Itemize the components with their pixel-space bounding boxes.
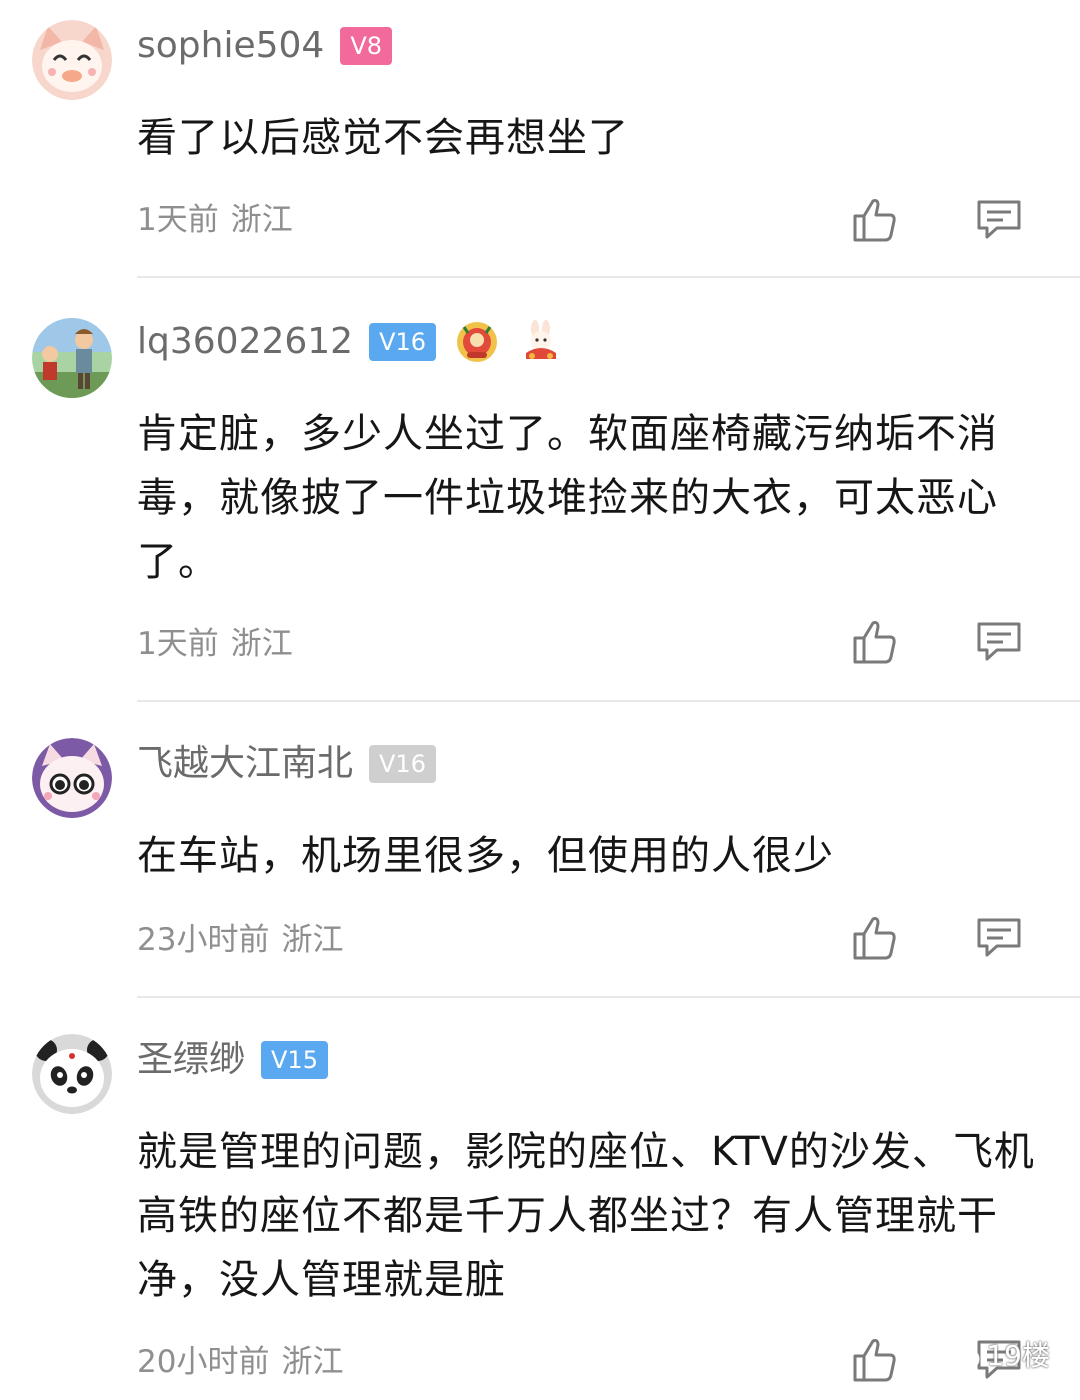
comment-location: 浙江: [230, 626, 293, 662]
comment-meta: 1天前 浙江: [137, 200, 293, 240]
username-row: lq36022612 V16: [137, 320, 564, 364]
like-icon[interactable]: [851, 914, 899, 962]
comment-text: 肯定脏，多少人坐过了。软面座椅藏污纳垢不消毒，就像披了一件垃圾堆捡来的大衣，可太…: [137, 411, 998, 585]
comment-time: 1天前: [137, 202, 219, 238]
avatar[interactable]: [32, 1034, 112, 1114]
watermark: 19楼: [930, 1334, 1050, 1374]
username-row: 飞越大江南北 V16: [137, 742, 436, 786]
username[interactable]: 圣缥缈: [137, 1038, 245, 1082]
wechat-icon: [931, 1335, 980, 1372]
level-badge: V16: [369, 323, 437, 361]
level-badge: V15: [261, 1041, 328, 1079]
cartoon-cat-avatar-icon: [32, 738, 112, 818]
level-badge: V16: [369, 745, 436, 783]
illustrated-people-avatar-icon: [32, 318, 112, 398]
comment-time: 23小时前: [137, 922, 270, 958]
divider: [137, 700, 1080, 702]
comment-meta: 23小时前 浙江: [137, 920, 343, 960]
avatar[interactable]: [32, 738, 112, 818]
panda-avatar-icon: [32, 1034, 112, 1114]
comment-time: 20小时前: [137, 1344, 270, 1380]
comment-time: 1天前: [137, 626, 219, 662]
divider: [137, 996, 1080, 998]
festival-medal-icon: [454, 319, 500, 365]
reply-icon[interactable]: [975, 618, 1023, 666]
comment-location: 浙江: [230, 202, 293, 238]
username[interactable]: lq36022612: [137, 320, 353, 364]
username[interactable]: 飞越大江南北: [137, 742, 353, 786]
reply-icon[interactable]: [975, 914, 1023, 962]
comment-location: 浙江: [281, 922, 344, 958]
avatar[interactable]: [32, 20, 112, 100]
cartoon-cat-avatar-icon: [32, 20, 112, 100]
like-icon[interactable]: [851, 1336, 899, 1384]
rabbit-medal-icon: [518, 319, 564, 365]
comment-text: 在车站，机场里很多，但使用的人很少: [137, 833, 834, 879]
like-icon[interactable]: [851, 196, 899, 244]
comment-text: 看了以后感觉不会再想坐了: [137, 115, 629, 161]
comment-text: 就是管理的问题，影院的座位、KTV的沙发、飞机高铁的座位不都是千万人都坐过？有人…: [137, 1129, 1035, 1303]
username-row: sophie504 V8: [137, 24, 392, 68]
username-row: 圣缥缈 V15: [137, 1038, 328, 1082]
reply-icon[interactable]: [975, 196, 1023, 244]
username[interactable]: sophie504: [137, 24, 324, 68]
like-icon[interactable]: [851, 618, 899, 666]
comment-meta: 20小时前 浙江: [137, 1342, 343, 1382]
comment-meta: 1天前 浙江: [137, 624, 293, 664]
level-badge: V8: [340, 27, 392, 65]
avatar[interactable]: [32, 318, 112, 398]
divider: [137, 276, 1080, 278]
watermark-text: 19楼: [986, 1339, 1050, 1372]
comment-location: 浙江: [281, 1344, 344, 1380]
